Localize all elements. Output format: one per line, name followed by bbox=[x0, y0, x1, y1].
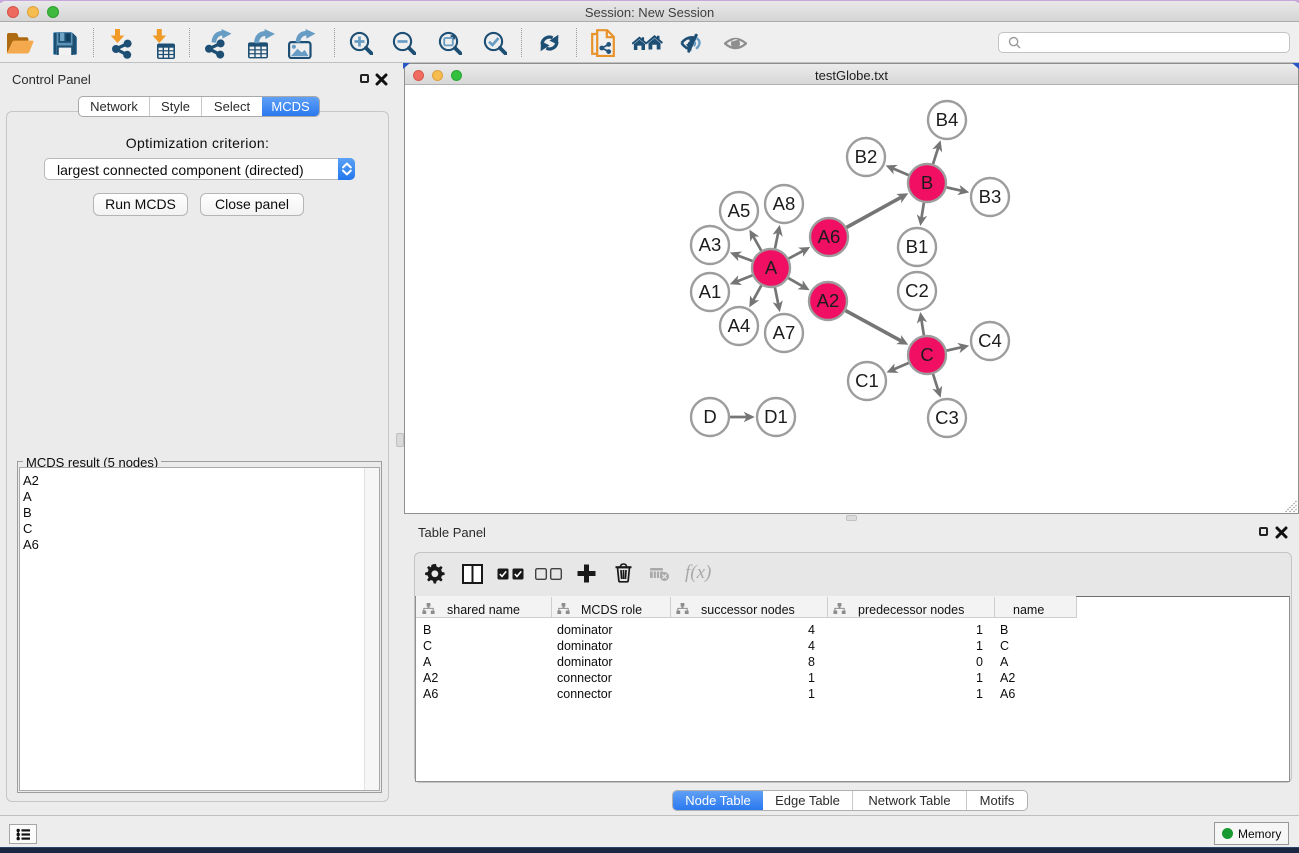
svg-text:C: C bbox=[920, 344, 933, 365]
svg-text:A8: A8 bbox=[773, 193, 796, 214]
svg-text:B1: B1 bbox=[906, 236, 929, 257]
svg-text:B2: B2 bbox=[855, 146, 878, 167]
svg-text:C2: C2 bbox=[905, 280, 929, 301]
svg-text:D1: D1 bbox=[764, 406, 788, 427]
svg-text:B3: B3 bbox=[979, 186, 1002, 207]
svg-text:A1: A1 bbox=[699, 281, 722, 302]
svg-text:B: B bbox=[921, 172, 933, 193]
svg-text:A4: A4 bbox=[728, 315, 751, 336]
svg-text:D: D bbox=[703, 406, 716, 427]
svg-text:A7: A7 bbox=[773, 322, 796, 343]
svg-text:A3: A3 bbox=[699, 234, 722, 255]
svg-text:B4: B4 bbox=[936, 109, 959, 130]
svg-text:A5: A5 bbox=[728, 200, 751, 221]
svg-text:A: A bbox=[765, 257, 778, 278]
svg-text:A6: A6 bbox=[818, 226, 841, 247]
svg-text:A2: A2 bbox=[817, 290, 840, 311]
svg-text:C1: C1 bbox=[855, 370, 879, 391]
svg-text:C3: C3 bbox=[935, 407, 959, 428]
svg-text:C4: C4 bbox=[978, 330, 1002, 351]
